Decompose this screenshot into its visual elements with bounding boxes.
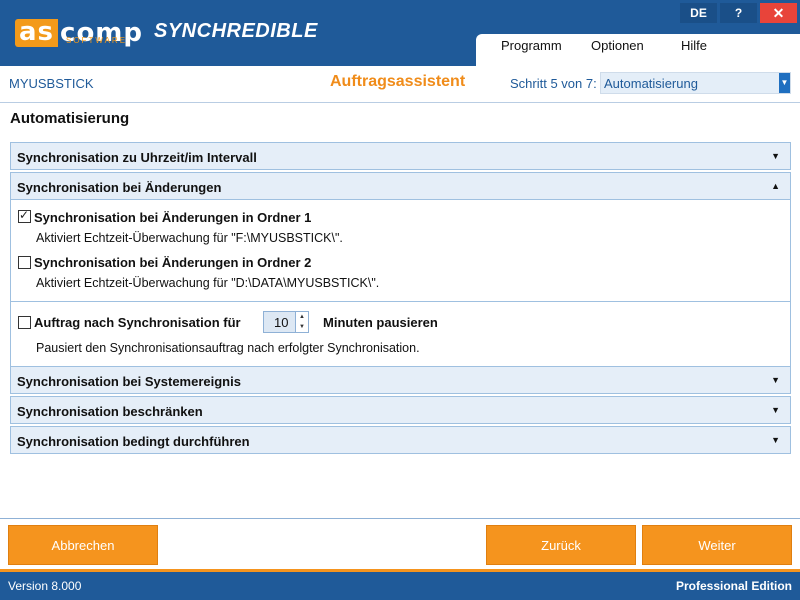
edition-label: Professional Edition bbox=[675, 579, 792, 593]
page-title: Automatisierung bbox=[10, 110, 130, 127]
back-button[interactable]: Zurück bbox=[486, 525, 636, 565]
title-bar: as comp SOFTWARE SYNCHREDIBLE DE ? ✕ Pro… bbox=[0, 0, 800, 66]
job-name: MYUSBSTICK bbox=[9, 76, 94, 91]
expand-icon: ▼ bbox=[771, 375, 780, 385]
close-button[interactable]: ✕ bbox=[760, 3, 797, 23]
status-bar: Version 8.000 Professional Edition bbox=[0, 572, 800, 600]
step-select-value: Automatisierung bbox=[604, 76, 698, 91]
app-window: as comp SOFTWARE SYNCHREDIBLE DE ? ✕ Pro… bbox=[0, 0, 800, 600]
panel-schedule[interactable]: Synchronisation zu Uhrzeit/im Intervall … bbox=[10, 142, 791, 170]
collapse-icon: ▲ bbox=[771, 181, 780, 191]
stepper-down-icon[interactable]: ▼ bbox=[296, 322, 308, 332]
panel-changes-title: Synchronisation bei Änderungen bbox=[17, 180, 222, 195]
expand-icon: ▼ bbox=[771, 405, 780, 415]
folder1-checkbox[interactable]: ✓ bbox=[18, 208, 31, 223]
next-button[interactable]: Weiter bbox=[642, 525, 792, 565]
cancel-button[interactable]: Abbrechen bbox=[8, 525, 158, 565]
button-bar: Abbrechen Zurück Weiter bbox=[0, 518, 800, 573]
panel-restrict-title: Synchronisation beschränken bbox=[17, 404, 203, 419]
panel-restrict[interactable]: Synchronisation beschränken ▼ bbox=[10, 396, 791, 424]
pause-minutes-stepper[interactable]: 10 ▲ ▼ bbox=[263, 311, 309, 333]
pause-minutes-value[interactable]: 10 bbox=[274, 315, 288, 330]
folder1-label[interactable]: Synchronisation bei Änderungen in Ordner… bbox=[34, 210, 311, 225]
stepper-buttons: ▲ ▼ bbox=[295, 312, 308, 332]
menu-programm[interactable]: Programm bbox=[501, 38, 562, 53]
language-button[interactable]: DE bbox=[680, 3, 717, 23]
folder2-label[interactable]: Synchronisation bei Änderungen in Ordner… bbox=[34, 255, 311, 270]
expand-icon: ▼ bbox=[771, 435, 780, 445]
wizard-title: Auftragsassistent bbox=[330, 73, 466, 90]
check-icon: ✓ bbox=[19, 208, 30, 222]
pause-description: Pausiert den Synchronisationsauftrag nac… bbox=[36, 341, 420, 355]
divider bbox=[10, 301, 791, 302]
menu-hilfe[interactable]: Hilfe bbox=[681, 38, 707, 53]
folder2-checkbox[interactable] bbox=[18, 256, 31, 269]
panel-changes[interactable]: Synchronisation bei Änderungen ▲ bbox=[10, 172, 791, 200]
panel-conditional[interactable]: Synchronisation bedingt durchführen ▼ bbox=[10, 426, 791, 454]
folder2-description: Aktiviert Echtzeit-Überwachung für "D:\D… bbox=[36, 276, 380, 290]
logo-as-text: as bbox=[15, 19, 59, 47]
stepper-up-icon[interactable]: ▲ bbox=[296, 312, 308, 322]
chevron-down-icon: ▼ bbox=[779, 73, 790, 93]
expand-icon: ▼ bbox=[771, 151, 780, 161]
step-select[interactable]: Automatisierung ▼ bbox=[600, 72, 791, 94]
app-title: SYNCHREDIBLE bbox=[154, 20, 318, 42]
pause-label-before[interactable]: Auftrag nach Synchronisation für bbox=[34, 315, 241, 330]
logo-subtitle: SOFTWARE bbox=[66, 36, 128, 45]
help-button[interactable]: ? bbox=[720, 3, 757, 23]
pause-label-after: Minuten pausieren bbox=[323, 315, 438, 330]
panel-system-event[interactable]: Synchronisation bei Systemereignis ▼ bbox=[10, 366, 791, 394]
close-icon: ✕ bbox=[772, 5, 785, 21]
version-label: Version 8.000 bbox=[8, 579, 82, 593]
panel-system-event-title: Synchronisation bei Systemereignis bbox=[17, 374, 241, 389]
menu-optionen[interactable]: Optionen bbox=[591, 38, 644, 53]
panel-conditional-title: Synchronisation bedingt durchführen bbox=[17, 434, 250, 449]
menu-bar: Programm Optionen Hilfe bbox=[476, 34, 800, 66]
step-label: Schritt 5 von 7: bbox=[510, 76, 597, 91]
folder1-description: Aktiviert Echtzeit-Überwachung für "F:\M… bbox=[36, 231, 343, 245]
wizard-bar: MYUSBSTICK Auftragsassistent Schritt 5 v… bbox=[0, 66, 800, 103]
pause-checkbox[interactable] bbox=[18, 316, 31, 329]
panel-schedule-title: Synchronisation zu Uhrzeit/im Intervall bbox=[17, 150, 257, 165]
